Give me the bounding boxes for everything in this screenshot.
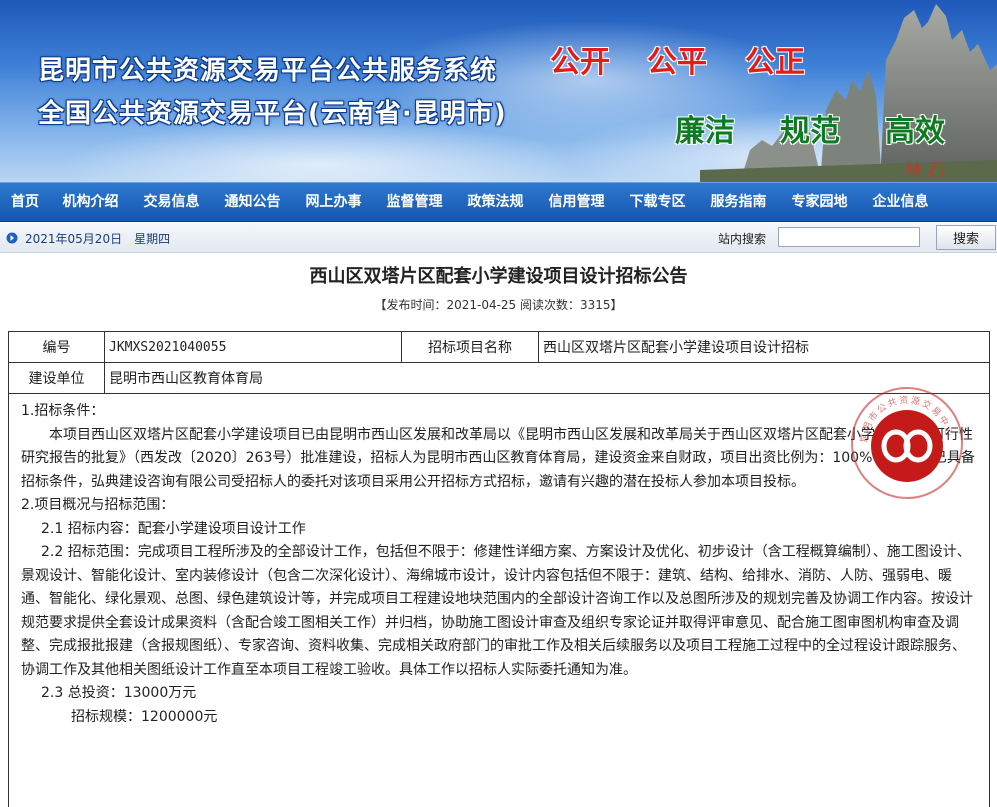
slogan-efficiency: 高效 [885, 114, 945, 149]
project-name-label: 招标项目名称 [401, 331, 539, 363]
nav-item-about[interactable]: 机构介绍 [50, 182, 131, 222]
banner-corner-text: 林石 [905, 161, 951, 181]
slogan-standard: 规范 [780, 114, 840, 149]
section2-1: 2.1 招标内容：配套小学建设项目设计工作 [41, 520, 306, 537]
nav-item-home[interactable]: 首页 [0, 182, 50, 222]
section2-2: 2.2 招标范围：完成项目工程所涉及的全部设计工作，包括但不限于：修建性详细方案… [21, 544, 973, 678]
table-row: 编号 JKMXS2021040055 招标项目名称 西山区双塔片区配套小学建设项… [8, 331, 990, 363]
nav-item-enterprise[interactable]: 企业信息 [860, 182, 941, 222]
site-banner: 昆明市公共资源交易平台公共服务系统 全国公共资源交易平台(云南省·昆明市) 公开… [0, 0, 997, 182]
project-info-table: 编号 JKMXS2021040055 招标项目名称 西山区双塔片区配套小学建设项… [8, 331, 990, 394]
slogan-justice: 公正 [745, 45, 805, 80]
project-name-value: 西山区双塔片区配套小学建设项目设计招标 [538, 331, 990, 363]
search-button[interactable]: 搜索 [936, 225, 996, 250]
unit-label: 建设单位 [8, 362, 105, 394]
article-content: 1.招标条件： 本项目西山区双塔片区配套小学建设项目已由昆明市西山区发展和改革局… [8, 394, 990, 807]
current-date: 2021年05月20日 星期四 [25, 232, 171, 246]
slogan-fairness: 公平 [647, 45, 707, 80]
article-meta: 【发布时间：2021-04-25 阅读次数：3315】 [374, 298, 623, 312]
nav-item-download[interactable]: 下载专区 [617, 182, 698, 222]
table-row: 建设单位 昆明市西山区教育体育局 [8, 362, 990, 394]
nav-item-supervision[interactable]: 监督管理 [374, 182, 455, 222]
nav-item-guide[interactable]: 服务指南 [698, 182, 779, 222]
nav-item-credit[interactable]: 信用管理 [536, 182, 617, 222]
arrow-bullet-icon [6, 232, 18, 244]
stone-forest-image [700, 4, 997, 182]
section2-heading: 2.项目概况与招标范围： [21, 497, 175, 513]
nav-item-experts[interactable]: 专家园地 [779, 182, 860, 222]
number-value: JKMXS2021040055 [104, 331, 402, 363]
section1-body: 本项目西山区双塔片区配套小学建设项目已由昆明市西山区发展和改革局以《昆明市西山区… [21, 426, 975, 490]
section1-heading: 1.招标条件： [21, 403, 105, 419]
nav-item-policy[interactable]: 政策法规 [455, 182, 536, 222]
date-search-bar: 2021年05月20日 星期四 站内搜索 搜索 [0, 223, 997, 253]
article-title: 西山区双塔片区配套小学建设项目设计招标公告 [309, 266, 688, 287]
nav-item-trading[interactable]: 交易信息 [131, 182, 212, 222]
section2-3: 2.3 总投资：13000万元 [41, 685, 197, 701]
nav-item-notices[interactable]: 通知公告 [212, 182, 293, 222]
number-label: 编号 [8, 331, 105, 363]
official-seal-icon: 昆明市公共资源交易中心 [851, 387, 963, 499]
search-label: 站内搜索 [718, 232, 767, 246]
banner-title-line1: 昆明市公共资源交易平台公共服务系统 [38, 56, 498, 86]
banner-title-line2: 全国公共资源交易平台(云南省·昆明市) [38, 99, 507, 129]
slogan-openness: 公开 [550, 45, 610, 80]
main-nav: 首页 机构介绍 交易信息 通知公告 网上办事 监督管理 政策法规 信用管理 下载… [0, 182, 997, 222]
nav-item-online[interactable]: 网上办事 [293, 182, 374, 222]
section2-3-scale: 招标规模：1200000元 [71, 708, 218, 725]
slogan-integrity: 廉洁 [675, 114, 735, 149]
search-input[interactable] [778, 227, 920, 247]
